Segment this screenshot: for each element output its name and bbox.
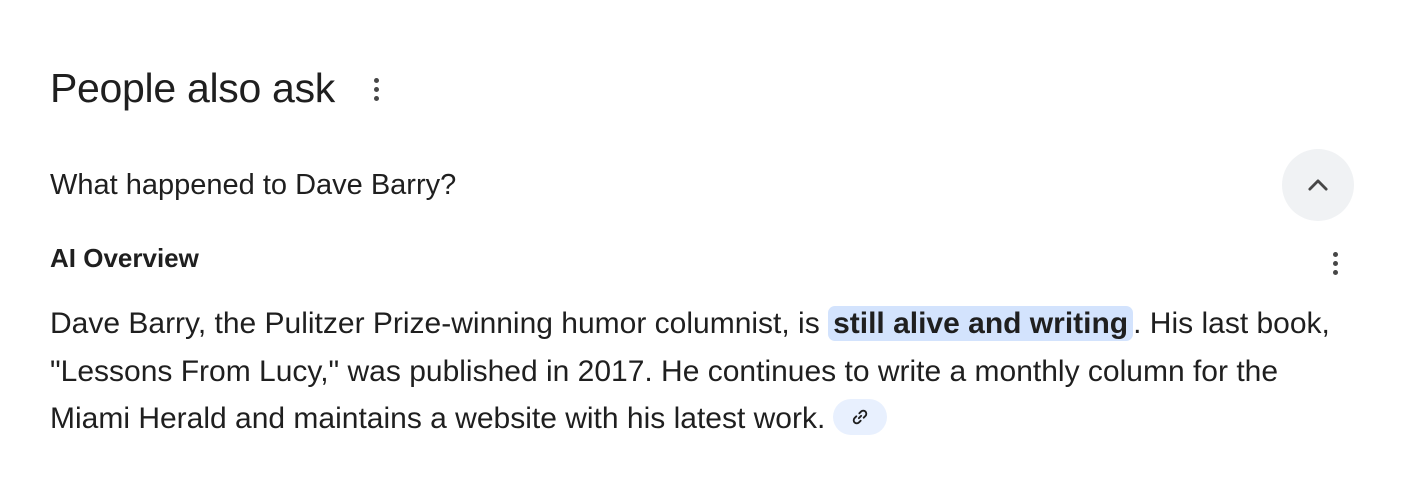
section-title: People also ask — [50, 65, 335, 111]
answer-text-start: Dave Barry, the Pulitzer Prize-winning h… — [50, 307, 829, 340]
answer-highlight: still alive and writing — [828, 306, 1134, 341]
menu-dot — [1332, 260, 1338, 266]
more-options-icon[interactable] — [365, 69, 389, 109]
ai-overview-label: AI Overview — [50, 242, 199, 273]
menu-dot — [374, 77, 380, 83]
question-accordion[interactable]: What happened to Dave Barry? — [50, 149, 1354, 221]
menu-dot — [1332, 269, 1338, 275]
menu-dot — [1332, 251, 1338, 257]
chevron-up-icon — [1308, 179, 1328, 191]
menu-dot — [374, 95, 380, 101]
ai-overview-answer: Dave Barry, the Pulitzer Prize-winning h… — [50, 300, 1360, 443]
menu-dot — [374, 86, 380, 92]
ai-overview-header: AI Overview — [50, 234, 1350, 282]
ai-overview-more-icon[interactable] — [1323, 243, 1347, 283]
people-also-ask-header: People also ask — [50, 62, 389, 114]
question-text: What happened to Dave Barry? — [50, 168, 457, 201]
collapse-button[interactable] — [1282, 149, 1354, 221]
link-icon — [853, 409, 868, 425]
source-link-button[interactable] — [833, 399, 888, 436]
